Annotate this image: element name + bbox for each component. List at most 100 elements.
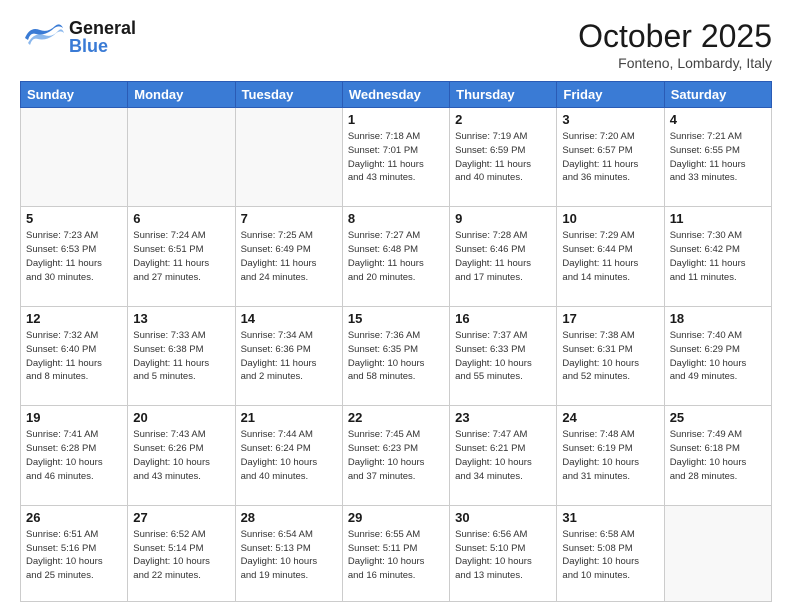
- calendar-cell: 13Sunrise: 7:33 AM Sunset: 6:38 PM Dayli…: [128, 306, 235, 405]
- calendar-cell: 24Sunrise: 7:48 AM Sunset: 6:19 PM Dayli…: [557, 406, 664, 505]
- day-info: Sunrise: 7:24 AM Sunset: 6:51 PM Dayligh…: [133, 229, 229, 284]
- calendar-cell: 29 Sunrise: 6:55 AM Sunset: 5:11 PM Dayli…: [342, 505, 449, 601]
- calendar-cell: 21 Sunrise: 7:44 AM Sunset: 6:24 PM Dayli…: [235, 406, 342, 505]
- calendar-cell: 7Sunrise: 7:25 AM Sunset: 6:49 PM Daylig…: [235, 207, 342, 306]
- day-number: 30: [455, 510, 551, 525]
- calendar-cell: 4 Sunrise: 7:21 AM Sunset: 6:55 PM Daylig…: [664, 108, 771, 207]
- calendar-cell: 3 Sunrise: 7:20 AM Sunset: 6:57 PM Daylig…: [557, 108, 664, 207]
- day-number: 3: [562, 112, 658, 127]
- day-number: 17: [562, 311, 658, 326]
- day-number: 29: [348, 510, 444, 525]
- day-number: 4: [670, 112, 766, 127]
- day-info: Sunrise: 7:29 AM Sunset: 6:44 PM Dayligh…: [562, 229, 658, 284]
- day-info: Sunrise: 7:28 AM Sunset: 6:46 PM Dayligh…: [455, 229, 551, 284]
- day-info: Sunrise: 7:33 AM Sunset: 6:38 PM Dayligh…: [133, 329, 229, 384]
- col-thursday: Thursday: [450, 82, 557, 108]
- calendar-cell: 14 Sunrise: 7:34 AM Sunset: 6:36 PM Dayli…: [235, 306, 342, 405]
- day-number: 11: [670, 211, 766, 226]
- calendar-cell: [664, 505, 771, 601]
- day-number: 7: [241, 211, 337, 226]
- day-number: 25: [670, 410, 766, 425]
- day-number: 2: [455, 112, 551, 127]
- day-number: 18: [670, 311, 766, 326]
- day-info: Sunrise: 6:56 AM Sunset: 5:10 PM Dayligh…: [455, 528, 551, 583]
- day-info: Sunrise: 7:44 AM Sunset: 6:24 PM Dayligh…: [241, 428, 337, 483]
- calendar-cell: 23 Sunrise: 7:47 AM Sunset: 6:21 PM Dayli…: [450, 406, 557, 505]
- calendar-cell: 11Sunrise: 7:30 AM Sunset: 6:42 PM Dayli…: [664, 207, 771, 306]
- day-info: Sunrise: 7:37 AM Sunset: 6:33 PM Dayligh…: [455, 329, 551, 384]
- calendar-cell: 16 Sunrise: 7:37 AM Sunset: 6:33 PM Dayli…: [450, 306, 557, 405]
- day-number: 14: [241, 311, 337, 326]
- col-saturday: Saturday: [664, 82, 771, 108]
- day-number: 5: [26, 211, 122, 226]
- col-sunday: Sunday: [21, 82, 128, 108]
- calendar-cell: [21, 108, 128, 207]
- header: General Blue October 2025 Fonteno, Lomba…: [20, 18, 772, 71]
- day-info: Sunrise: 7:38 AM Sunset: 6:31 PM Dayligh…: [562, 329, 658, 384]
- day-info: Sunrise: 7:47 AM Sunset: 6:21 PM Dayligh…: [455, 428, 551, 483]
- day-info: Sunrise: 7:49 AM Sunset: 6:18 PM Dayligh…: [670, 428, 766, 483]
- day-info: Sunrise: 7:41 AM Sunset: 6:28 PM Dayligh…: [26, 428, 122, 483]
- calendar: Sunday Monday Tuesday Wednesday Thursday…: [20, 81, 772, 602]
- day-info: Sunrise: 7:32 AM Sunset: 6:40 PM Dayligh…: [26, 329, 122, 384]
- calendar-cell: [128, 108, 235, 207]
- calendar-cell: 5 Sunrise: 7:23 AM Sunset: 6:53 PM Daylig…: [21, 207, 128, 306]
- calendar-cell: 15Sunrise: 7:36 AM Sunset: 6:35 PM Dayli…: [342, 306, 449, 405]
- day-info: Sunrise: 6:58 AM Sunset: 5:08 PM Dayligh…: [562, 528, 658, 583]
- day-number: 1: [348, 112, 444, 127]
- day-number: 21: [241, 410, 337, 425]
- location: Fonteno, Lombardy, Italy: [578, 55, 772, 71]
- day-info: Sunrise: 6:55 AM Sunset: 5:11 PM Dayligh…: [348, 528, 444, 583]
- day-info: Sunrise: 7:21 AM Sunset: 6:55 PM Dayligh…: [670, 130, 766, 185]
- day-info: Sunrise: 7:40 AM Sunset: 6:29 PM Dayligh…: [670, 329, 766, 384]
- calendar-cell: 8 Sunrise: 7:27 AM Sunset: 6:48 PM Daylig…: [342, 207, 449, 306]
- day-number: 19: [26, 410, 122, 425]
- calendar-cell: 19 Sunrise: 7:41 AM Sunset: 6:28 PM Dayli…: [21, 406, 128, 505]
- day-number: 12: [26, 311, 122, 326]
- day-number: 26: [26, 510, 122, 525]
- day-info: Sunrise: 7:34 AM Sunset: 6:36 PM Dayligh…: [241, 329, 337, 384]
- title-section: October 2025 Fonteno, Lombardy, Italy: [578, 18, 772, 71]
- calendar-cell: 1 Sunrise: 7:18 AM Sunset: 7:01 PM Daylig…: [342, 108, 449, 207]
- page: General Blue October 2025 Fonteno, Lomba…: [0, 0, 792, 612]
- day-number: 16: [455, 311, 551, 326]
- calendar-cell: 22 Sunrise: 7:45 AM Sunset: 6:23 PM Dayli…: [342, 406, 449, 505]
- day-info: Sunrise: 7:45 AM Sunset: 6:23 PM Dayligh…: [348, 428, 444, 483]
- calendar-cell: 31 Sunrise: 6:58 AM Sunset: 5:08 PM Dayli…: [557, 505, 664, 601]
- calendar-cell: 30 Sunrise: 6:56 AM Sunset: 5:10 PM Dayli…: [450, 505, 557, 601]
- day-number: 24: [562, 410, 658, 425]
- calendar-cell: [235, 108, 342, 207]
- day-info: Sunrise: 7:36 AM Sunset: 6:35 PM Dayligh…: [348, 329, 444, 384]
- day-number: 9: [455, 211, 551, 226]
- day-info: Sunrise: 7:27 AM Sunset: 6:48 PM Dayligh…: [348, 229, 444, 284]
- day-number: 10: [562, 211, 658, 226]
- col-tuesday: Tuesday: [235, 82, 342, 108]
- col-friday: Friday: [557, 82, 664, 108]
- calendar-cell: 2Sunrise: 7:19 AM Sunset: 6:59 PM Daylig…: [450, 108, 557, 207]
- day-info: Sunrise: 7:18 AM Sunset: 7:01 PM Dayligh…: [348, 130, 444, 185]
- day-info: Sunrise: 7:20 AM Sunset: 6:57 PM Dayligh…: [562, 130, 658, 185]
- calendar-cell: 27Sunrise: 6:52 AM Sunset: 5:14 PM Dayli…: [128, 505, 235, 601]
- calendar-cell: 12 Sunrise: 7:32 AM Sunset: 6:40 PM Dayli…: [21, 306, 128, 405]
- day-number: 31: [562, 510, 658, 525]
- calendar-header-row: Sunday Monday Tuesday Wednesday Thursday…: [21, 82, 772, 108]
- logo-name: General Blue: [69, 19, 136, 55]
- col-monday: Monday: [128, 82, 235, 108]
- calendar-cell: 10 Sunrise: 7:29 AM Sunset: 6:44 PM Dayli…: [557, 207, 664, 306]
- logo-blue-text: Blue: [69, 37, 136, 55]
- calendar-cell: 28 Sunrise: 6:54 AM Sunset: 5:13 PM Dayli…: [235, 505, 342, 601]
- logo-icon: [20, 18, 65, 56]
- day-number: 28: [241, 510, 337, 525]
- day-info: Sunrise: 7:23 AM Sunset: 6:53 PM Dayligh…: [26, 229, 122, 284]
- logo-general-text: General: [69, 19, 136, 37]
- calendar-cell: 9 Sunrise: 7:28 AM Sunset: 6:46 PM Daylig…: [450, 207, 557, 306]
- day-number: 8: [348, 211, 444, 226]
- day-info: Sunrise: 6:54 AM Sunset: 5:13 PM Dayligh…: [241, 528, 337, 583]
- col-wednesday: Wednesday: [342, 82, 449, 108]
- month-title: October 2025: [578, 18, 772, 55]
- day-info: Sunrise: 6:52 AM Sunset: 5:14 PM Dayligh…: [133, 528, 229, 583]
- calendar-cell: 6Sunrise: 7:24 AM Sunset: 6:51 PM Daylig…: [128, 207, 235, 306]
- calendar-cell: 18 Sunrise: 7:40 AM Sunset: 6:29 PM Dayli…: [664, 306, 771, 405]
- day-number: 23: [455, 410, 551, 425]
- day-number: 22: [348, 410, 444, 425]
